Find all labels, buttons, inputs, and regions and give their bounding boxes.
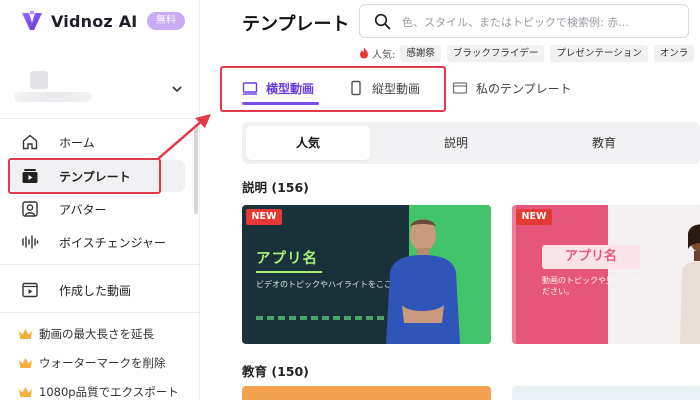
template-card[interactable]: NEW アプリ名 ビデオのトピックやハイライトをここに書く。 — [242, 205, 491, 344]
category-explainer[interactable]: 説明 — [394, 126, 518, 160]
new-badge: NEW — [246, 209, 282, 225]
sidebar-item-label: ホーム — [59, 135, 95, 150]
crown-icon — [19, 358, 32, 368]
search-icon — [374, 13, 391, 30]
sidebar-item-label: アバター — [59, 202, 107, 217]
plan-badge: 無料 — [147, 12, 185, 30]
sidebar-item-label: ボイスチェンジャー — [59, 235, 167, 250]
tag-chip[interactable]: 感謝祭 — [400, 44, 441, 62]
card-decoration — [256, 316, 390, 320]
crown-icon — [19, 329, 32, 339]
card-title: アプリ名 — [542, 245, 640, 269]
upsell-label: 動画の最大長さを延長 — [39, 327, 154, 341]
fire-icon — [360, 47, 368, 59]
workspace-switcher[interactable] — [6, 66, 194, 112]
popular-label: 人気: — [372, 49, 396, 61]
sidebar-item-label: 作成した動画 — [59, 283, 132, 298]
upsell-item-longer-videos[interactable]: 動画の最大長さを延長 — [18, 324, 154, 344]
search-input[interactable] — [402, 13, 682, 31]
card-title-underline — [256, 271, 322, 273]
presenter-avatar-image — [386, 219, 460, 344]
chevron-down-icon — [172, 86, 182, 93]
sidebar-item-avatar[interactable]: アバター — [10, 193, 185, 225]
home-icon — [22, 134, 38, 150]
callout-highlight-templates — [8, 158, 161, 194]
voice-wave-icon — [22, 235, 39, 249]
tag-chip[interactable]: プレゼンテーション — [550, 44, 648, 62]
section-title: 教育 (150) — [242, 364, 309, 379]
template-card[interactable] — [242, 386, 491, 400]
sidebar-item-my-videos[interactable]: 作成した動画 — [10, 274, 185, 306]
popular-tags: 人気: 感謝祭 ブラックフライデー プレゼンテーション オンラ — [359, 44, 700, 62]
card-subtitle: 動画のトピックや見どころをご記入ください。 — [542, 276, 678, 296]
search-box[interactable] — [359, 4, 689, 38]
section-title: 説明 (156) — [242, 180, 309, 195]
crown-icon — [19, 387, 32, 397]
tag-chip[interactable]: ブラックフライデー — [446, 44, 545, 62]
workspace-name-blurred — [14, 92, 92, 102]
video-library-icon — [22, 282, 38, 298]
callout-highlight-type-tabs — [220, 66, 446, 112]
upsell-item-remove-watermark[interactable]: ウォーターマークを削除 — [18, 353, 166, 373]
page-title: テンプレート — [242, 14, 350, 35]
app-name: Vidnoz AI — [51, 11, 138, 31]
avatar-icon — [22, 201, 38, 217]
sidebar-item-voice-changer[interactable]: ボイスチェンジャー — [10, 226, 185, 258]
category-popular[interactable]: 人気 — [246, 126, 370, 160]
category-education[interactable]: 教育 — [542, 126, 666, 160]
sidebar: Vidnoz AI 無料 ホーム テンプレート アバター ボイスチェンジャー 作… — [0, 0, 200, 400]
tab-my-templates[interactable]: 私のテンプレート — [452, 76, 572, 100]
sidebar-divider — [0, 312, 200, 313]
callout-arrow-icon — [157, 114, 211, 160]
sidebar-divider — [0, 264, 200, 265]
workspace-avatar — [30, 71, 48, 89]
template-card[interactable] — [512, 386, 700, 400]
card-decoration — [512, 205, 516, 344]
upsell-item-export-1080p[interactable]: 1080p品質でエクスポート — [18, 382, 179, 400]
upsell-label: ウォーターマークを削除 — [39, 356, 166, 370]
new-badge: NEW — [516, 209, 552, 225]
tab-label: 私のテンプレート — [476, 81, 572, 96]
card-title: アプリ名 — [256, 251, 318, 267]
upsell-label: 1080p品質でエクスポート — [39, 385, 179, 399]
vidnoz-logo-icon — [22, 10, 42, 30]
category-bar: 人気 説明 教育 — [242, 122, 700, 164]
tag-chip[interactable]: オンラ — [653, 44, 695, 62]
presenter-avatar-image — [680, 224, 700, 344]
app-logo[interactable]: Vidnoz AI — [20, 8, 137, 34]
folder-icon — [452, 82, 468, 94]
template-card[interactable]: NEW アプリ名 動画のトピックや見どころをご記入ください。 — [512, 205, 700, 344]
